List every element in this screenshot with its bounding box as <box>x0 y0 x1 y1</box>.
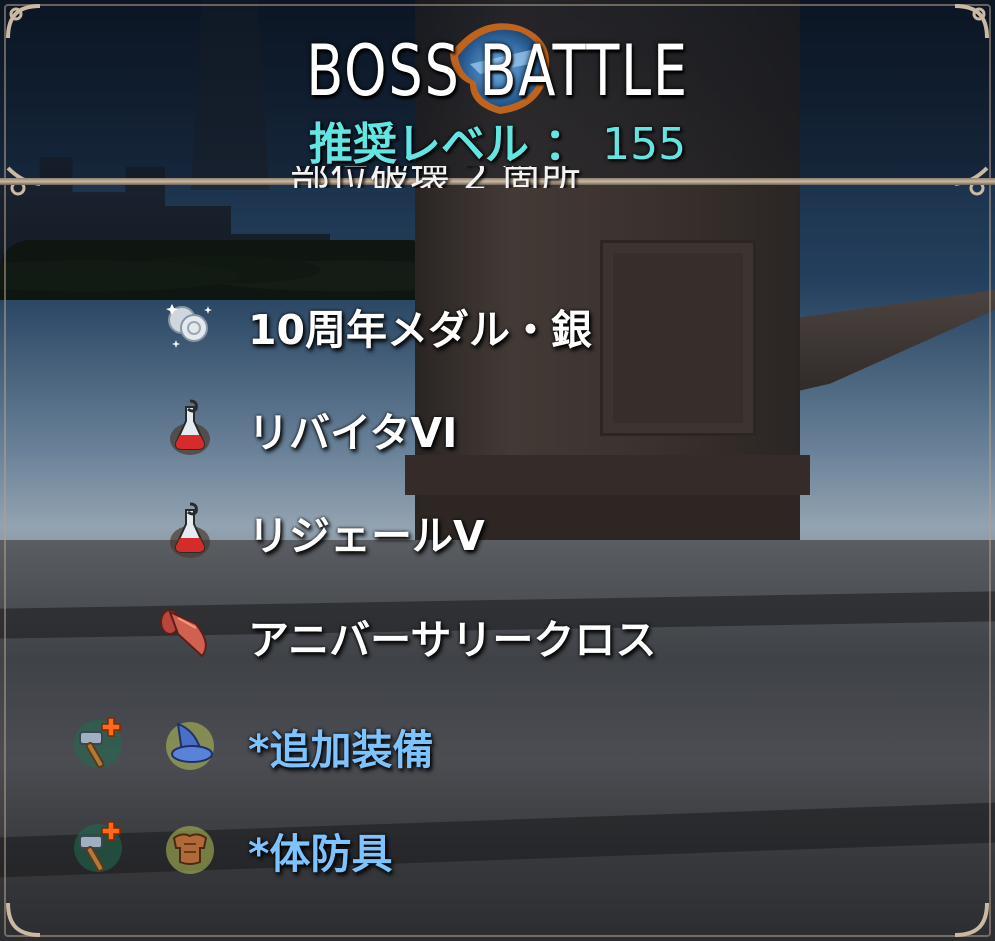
reward-item-equipment[interactable]: *追加装備 <box>0 714 995 794</box>
body-armor-icon <box>166 826 214 874</box>
reward-label: リジェールV <box>248 512 485 560</box>
reward-label: アニバーサリークロス <box>248 616 657 664</box>
cloth-icon <box>160 609 207 658</box>
reward-label: *体防具 <box>248 830 393 878</box>
wizard-hat-icon <box>166 722 214 770</box>
potion-icon <box>170 502 210 558</box>
reward-list[interactable]: 10周年メダル・銀 リバイタVI リジェールV アニバーサリークロス *追加装備… <box>0 0 995 941</box>
hammer-plus-icon <box>74 821 122 873</box>
reward-item-equipment[interactable]: *体防具 <box>0 818 995 898</box>
reward-label: *追加装備 <box>248 726 434 774</box>
hammer-plus-icon <box>74 717 122 769</box>
potion-icon <box>170 399 210 455</box>
reward-label: リバイタVI <box>248 409 458 457</box>
reward-item: 10周年メダル・銀 <box>0 294 995 374</box>
reward-item: リジェールV <box>0 500 995 580</box>
reward-item: リバイタVI <box>0 397 995 477</box>
reward-item: アニバーサリークロス <box>0 604 995 684</box>
medal-icon <box>166 304 212 348</box>
reward-label: 10周年メダル・銀 <box>248 306 593 354</box>
